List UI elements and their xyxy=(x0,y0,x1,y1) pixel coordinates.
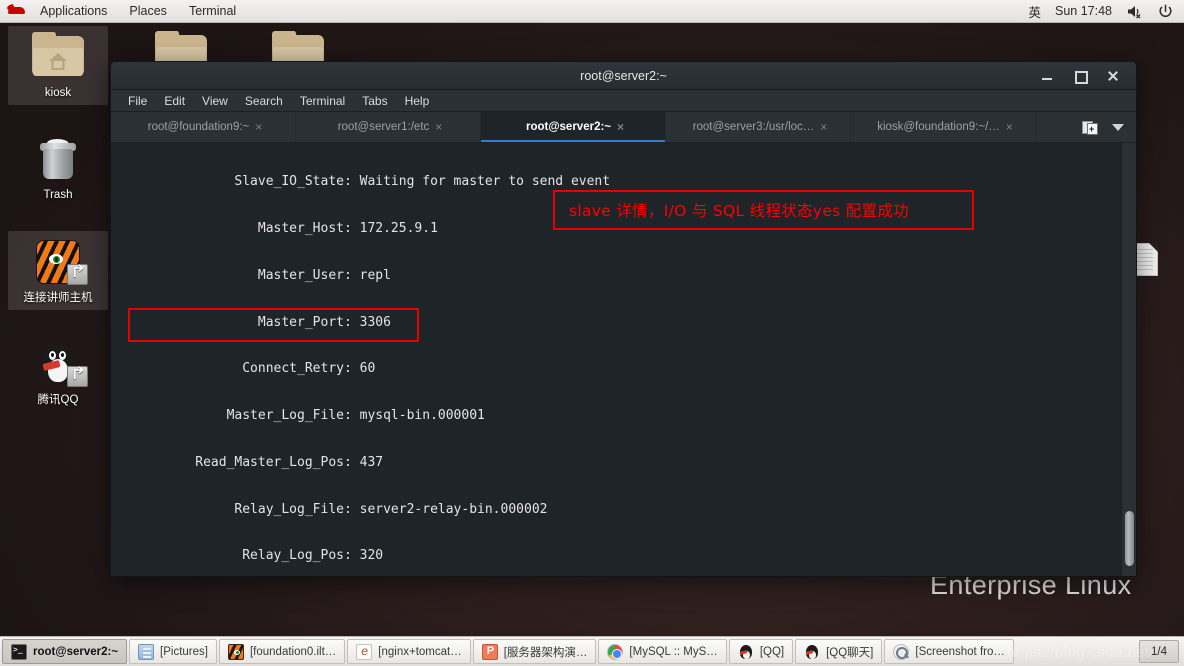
qq-icon xyxy=(738,644,754,660)
desktop-icon-label: 连接讲师主机 xyxy=(23,292,93,304)
taskbar-item-label: [nginx+tomcat… xyxy=(378,645,462,658)
taskbar-item-label: [Pictures] xyxy=(160,645,208,658)
menu-tabs[interactable]: Tabs xyxy=(355,92,394,110)
tab-label: kiosk@foundation9:~/… xyxy=(877,121,1000,133)
terminal-line: Master_Port: 3306 xyxy=(117,314,391,330)
shortcut-arrow-icon xyxy=(67,366,88,387)
terminal-line: Master_User: repl xyxy=(117,267,391,283)
terminal-line: Master_Log_File: mysql-bin.000001 xyxy=(117,408,485,424)
tab-close-icon[interactable]: × xyxy=(435,121,442,133)
taskbar-item-qq-chat[interactable]: [QQ聊天] xyxy=(795,639,883,664)
document-lines xyxy=(1136,249,1153,273)
desktop-icon-kiosk[interactable]: kiosk xyxy=(8,26,108,105)
terminal-tabbar: root@foundation9:~ × root@server1:/etc ×… xyxy=(111,112,1136,143)
terminal-icon xyxy=(11,643,27,660)
taskbar-item-qq[interactable]: [QQ] xyxy=(728,639,794,664)
terminal-window: root@server2:~ File Edit View Search Ter… xyxy=(110,61,1137,577)
tab-label: root@server2:~ xyxy=(525,121,612,133)
taskbar-item-terminal[interactable]: root@server2:~ xyxy=(2,639,128,664)
taskbar-item-label: [QQ] xyxy=(759,645,785,658)
clock[interactable]: Sun 17:48 xyxy=(1055,4,1112,18)
desktop-icon-trash[interactable]: Trash xyxy=(8,128,108,207)
power-icon[interactable] xyxy=(1157,3,1174,20)
desktop-icon-tencent-qq[interactable]: 腾讯QQ xyxy=(8,333,108,412)
tab-close-icon[interactable]: × xyxy=(255,121,262,133)
shortcut-arrow-icon xyxy=(67,264,88,285)
tab-close-icon[interactable]: × xyxy=(820,121,827,133)
tiger-vnc-shortcut-icon xyxy=(8,237,108,287)
taskbar-item-label: [Screenshot fro… xyxy=(915,645,1005,658)
taskbar-item-screenshot[interactable]: [Screenshot fro… xyxy=(884,639,1014,664)
terminal-line: Relay_Log_Pos: 320 xyxy=(117,548,384,564)
taskbar-item-label: [MySQL :: MyS… xyxy=(629,645,718,658)
tiger-vnc-icon xyxy=(227,643,244,660)
tab-label: root@server1:/etc xyxy=(337,121,430,133)
taskbar-item-label: root@server2:~ xyxy=(33,645,119,658)
menu-search[interactable]: Search xyxy=(238,92,290,110)
taskbar: root@server2:~ [Pictures] [foundation0.i… xyxy=(0,636,1184,666)
minimize-button[interactable] xyxy=(1040,69,1054,83)
top-panel: Applications Places Terminal 英 Sun 17:48 xyxy=(0,0,1184,23)
menu-terminal[interactable]: Terminal xyxy=(293,92,352,110)
panel-menu-applications[interactable]: Applications xyxy=(29,0,118,22)
tab-root-server1-etc[interactable]: root@server1:/etc × xyxy=(296,112,481,142)
taskbar-item-pictures[interactable]: [Pictures] xyxy=(129,639,217,664)
taskbar-item-foundation0[interactable]: [foundation0.ilt… xyxy=(218,639,346,664)
pictures-icon xyxy=(138,643,155,660)
chrome-icon xyxy=(607,643,624,660)
tab-label: root@server3:/usr/loc… xyxy=(692,121,815,133)
tab-kiosk-foundation9[interactable]: kiosk@foundation9:~/… × xyxy=(851,112,1036,142)
terminal-line: Slave_IO_State: Waiting for master to se… xyxy=(117,174,611,190)
screenshot-icon xyxy=(893,643,910,660)
menu-file[interactable]: File xyxy=(121,92,154,110)
taskbar-item-nginx-tomcat[interactable]: [nginx+tomcat… xyxy=(347,639,471,664)
new-tab-icon[interactable]: + xyxy=(1082,119,1098,135)
taskbar-item-label: [QQ聊天] xyxy=(826,646,874,659)
workspace-indicator[interactable]: 1/4 xyxy=(1139,640,1179,663)
terminal-line: Connect_Retry: 60 xyxy=(117,361,376,377)
presentation-icon xyxy=(481,643,498,660)
trash-icon xyxy=(8,134,108,184)
terminal-line: Read_Master_Log_Pos: 437 xyxy=(117,454,384,470)
taskbar-item-mysql-docs[interactable]: [MySQL :: MyS… xyxy=(598,639,727,664)
desktop-icon-label: 腾讯QQ xyxy=(37,394,79,406)
tab-root-foundation9[interactable]: root@foundation9:~ × xyxy=(111,112,296,142)
desktop-icon-connect-instructor-host[interactable]: 连接讲师主机 xyxy=(8,231,108,310)
qq-penguin-shortcut-icon xyxy=(8,339,108,389)
maximize-button[interactable] xyxy=(1073,69,1088,84)
tab-label: root@foundation9:~ xyxy=(147,121,250,133)
panel-menu-places[interactable]: Places xyxy=(118,0,178,22)
desktop-icon-label: kiosk xyxy=(44,87,72,99)
redhat-logo-icon[interactable] xyxy=(5,0,29,22)
terminal-menubar: File Edit View Search Terminal Tabs Help xyxy=(111,90,1136,112)
tab-root-server2[interactable]: root@server2:~ × xyxy=(481,112,666,142)
terminal-titlebar[interactable]: root@server2:~ xyxy=(111,62,1136,90)
panel-menu-terminal[interactable]: Terminal xyxy=(178,0,247,22)
tab-close-icon[interactable]: × xyxy=(1006,121,1013,133)
taskbar-item-label: [foundation0.ilt… xyxy=(249,645,337,658)
terminal-line: Relay_Log_File: server2-relay-bin.000002 xyxy=(117,501,548,517)
document-icon xyxy=(356,643,373,660)
window-title: root@server2:~ xyxy=(580,68,667,83)
input-method-indicator[interactable]: 英 xyxy=(1028,2,1041,21)
taskbar-item-label: [服务器架构演… xyxy=(503,646,588,659)
desktop-icon-label: Trash xyxy=(43,189,73,201)
speaker-muted-icon[interactable] xyxy=(1126,3,1143,20)
qq-icon xyxy=(804,644,820,660)
vertical-scrollbar[interactable] xyxy=(1121,143,1136,576)
scrollbar-thumb[interactable] xyxy=(1125,511,1134,566)
tab-root-server3-usr-local[interactable]: root@server3:/usr/loc… × xyxy=(666,112,851,142)
menu-edit[interactable]: Edit xyxy=(157,92,192,110)
close-button[interactable] xyxy=(1106,69,1120,83)
taskbar-item-server-architecture[interactable]: [服务器架构演… xyxy=(472,639,597,664)
menu-view[interactable]: View xyxy=(195,92,235,110)
annotation-callout-box: slave 详情，I/O 与 SQL 线程状态yes 配置成功 xyxy=(553,190,974,230)
menu-help[interactable]: Help xyxy=(398,92,437,110)
annotation-text: slave 详情，I/O 与 SQL 线程状态yes 配置成功 xyxy=(569,202,909,220)
tab-close-icon[interactable]: × xyxy=(617,121,624,133)
chevron-down-icon[interactable] xyxy=(1112,123,1124,131)
home-folder-icon xyxy=(8,32,108,82)
